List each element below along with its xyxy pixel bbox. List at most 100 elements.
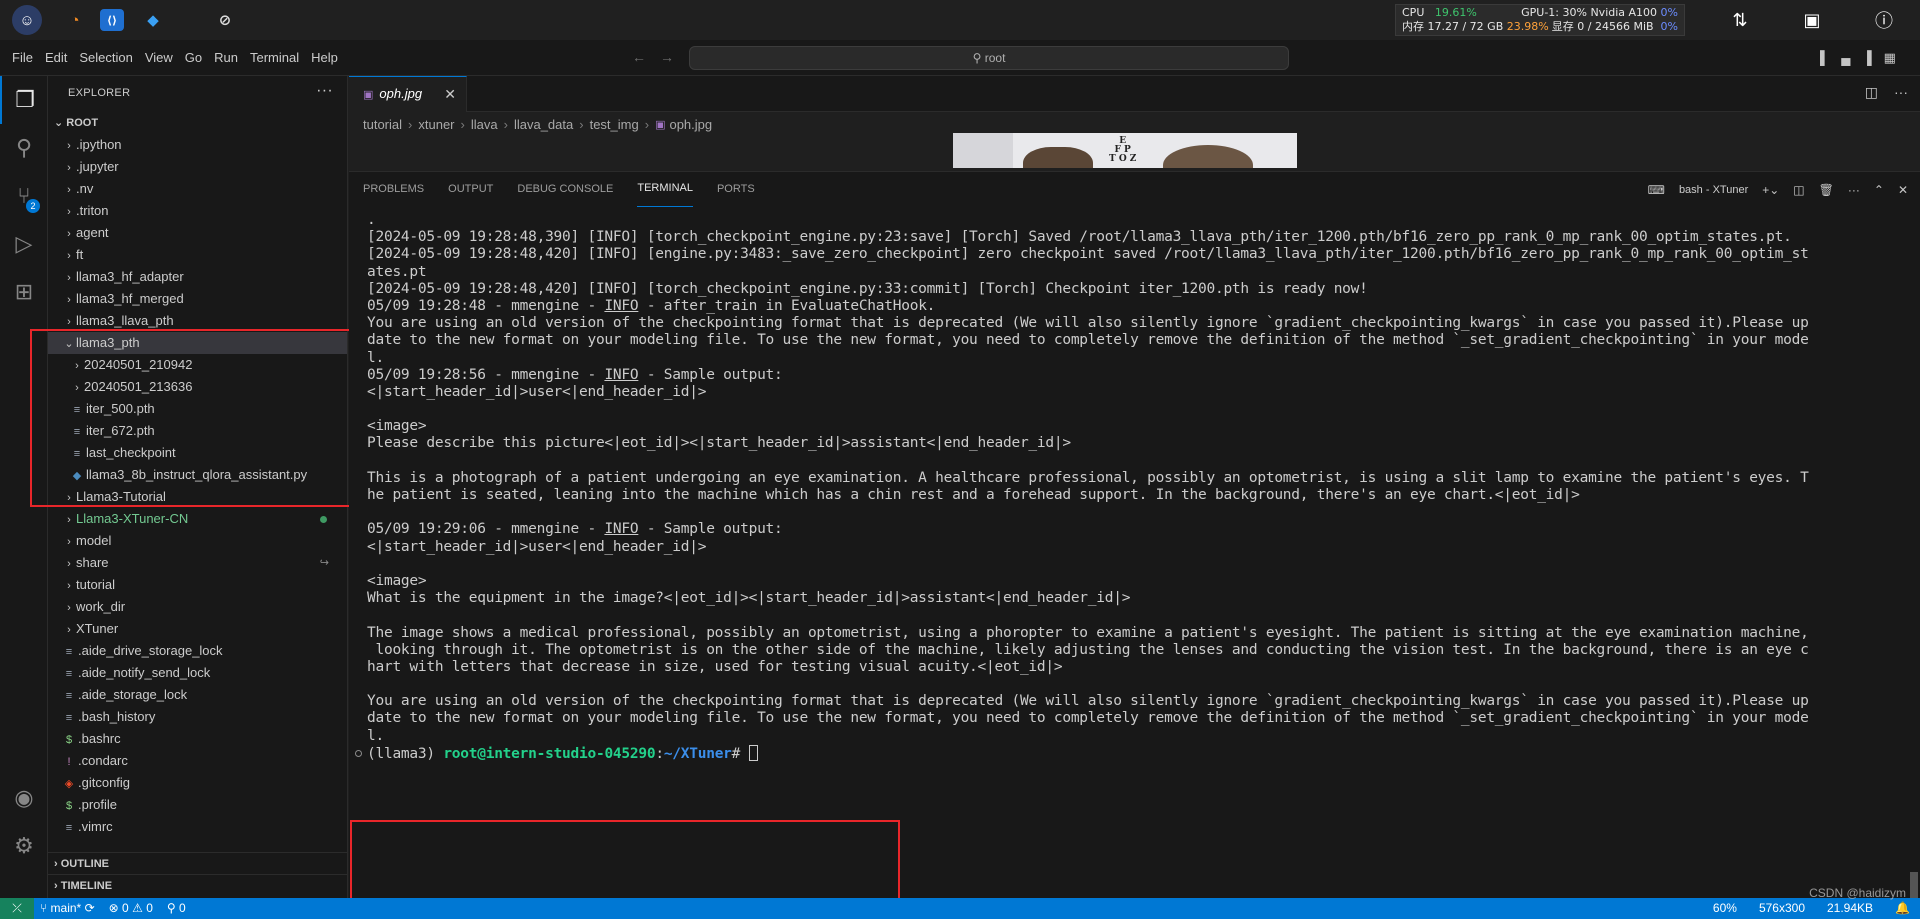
toggle-panel-icon[interactable]: ▄ [1841, 50, 1850, 66]
workspace-root[interactable]: ⌄ ROOT [48, 112, 347, 134]
menu-terminal[interactable]: Terminal [244, 50, 305, 65]
menu-edit[interactable]: Edit [39, 50, 73, 65]
breadcrumb: tutorial › xtuner › llava › llava_data › tes… [363, 114, 712, 136]
tree-item[interactable]: ≡ .aide_storage_lock [48, 684, 347, 706]
tree-item[interactable]: › share ↪ [48, 552, 347, 574]
tree-item[interactable]: $ .profile [48, 794, 347, 816]
trash-icon[interactable]: 🗑 [1819, 183, 1834, 197]
tree-item[interactable]: › .nv [48, 178, 347, 200]
toggle-sidebar-icon[interactable]: ▌ [1820, 50, 1829, 66]
breadcrumb-item[interactable]: llava [471, 114, 498, 136]
tree-item[interactable]: ! .condarc [48, 750, 347, 772]
menu-view[interactable]: View [139, 50, 179, 65]
tree-item[interactable]: › Llama3-XTuner-CN [48, 508, 347, 530]
more-actions-icon[interactable]: ··· [316, 82, 333, 100]
sync-icon[interactable]: ⟳ [85, 901, 95, 915]
tree-item[interactable]: › .ipython [48, 134, 347, 156]
back-arrow-icon[interactable]: ← [632, 49, 646, 65]
tree-item[interactable]: › tutorial [48, 574, 347, 596]
menu-help[interactable]: Help [305, 50, 344, 65]
tree-item[interactable]: ≡ .vimrc [48, 816, 347, 838]
split-editor-icon[interactable]: ◫ [1865, 84, 1878, 101]
tree-item-label: .vimrc [78, 819, 113, 834]
tree-item[interactable]: ◈ .gitconfig [48, 772, 347, 794]
split-terminal-icon[interactable]: ◫ [1793, 183, 1804, 197]
info-icon[interactable]: ⓘ [1872, 8, 1896, 32]
tree-item[interactable]: › agent [48, 222, 347, 244]
command-center-search[interactable]: ⚲ root [689, 46, 1289, 70]
close-icon[interactable]: ✕ [444, 77, 456, 111]
toggle-secondary-sidebar-icon[interactable]: ▐ [1862, 50, 1871, 66]
breadcrumb-item[interactable]: oph.jpg [669, 114, 712, 136]
breadcrumb-item[interactable]: llava_data [514, 114, 573, 136]
git-branch[interactable]: ⑂ main* ⟳ [40, 898, 95, 919]
more-actions-icon[interactable]: ··· [1848, 183, 1860, 197]
gpu-label: GPU-1: 30% Nvidia A100 [1521, 6, 1658, 19]
app-logo-icon[interactable]: ☺ [12, 5, 42, 35]
customize-layout-icon[interactable]: ▦ [1884, 50, 1896, 66]
chevron-right-icon: › [54, 858, 58, 870]
system-monitor: CPU 19.61% GPU-1: 30% Nvidia A100 0% 内存 … [1395, 4, 1685, 36]
tree-item[interactable]: $ .bashrc [48, 728, 347, 750]
tree-item[interactable]: ≡ .aide_drive_storage_lock [48, 640, 347, 662]
tab-debug-console[interactable]: DEBUG CONSOLE [517, 172, 613, 207]
forward-arrow-icon[interactable]: → [660, 49, 674, 65]
menu-run[interactable]: Run [208, 50, 244, 65]
tab-terminal[interactable]: TERMINAL [637, 172, 693, 207]
tree-item[interactable]: › .jupyter [48, 156, 347, 178]
vscode-icon[interactable]: ◆ [138, 5, 168, 35]
tab-oph-jpg[interactable]: ▣ oph.jpg ✕ [349, 76, 467, 112]
tab-output[interactable]: OUTPUT [448, 172, 493, 207]
tab-problems[interactable]: PROBLEMS [363, 172, 424, 207]
tree-item[interactable]: › llama3_hf_adapter [48, 266, 347, 288]
source-control-icon[interactable]: ⑂ 2 [0, 172, 48, 220]
tab-ports[interactable]: PORTS [717, 172, 755, 207]
new-terminal-icon[interactable]: +⌄ [1762, 183, 1779, 197]
tree-item[interactable]: › llama3_hf_merged [48, 288, 347, 310]
settings-gear-icon[interactable]: ⚙ [0, 822, 48, 870]
tree-item[interactable]: › .triton [48, 200, 347, 222]
jupyter-icon[interactable]: ◔ [60, 5, 90, 35]
tree-item[interactable]: ≡ .bash_history [48, 706, 347, 728]
terminal-output[interactable]: . [2024-05-09 19:28:48,390] [INFO] [torch… [355, 212, 1897, 762]
more-actions-icon[interactable]: ··· [1894, 84, 1908, 101]
tree-item[interactable]: › ft [48, 244, 347, 266]
terminal-prompt[interactable]: (llama3) root@intern-studio-045290:~/XTu… [355, 744, 1897, 762]
chevron-down-icon: ⌄ [54, 117, 64, 129]
tree-item[interactable]: › work_dir [48, 596, 347, 618]
terminal-name[interactable]: bash - XTuner [1679, 184, 1748, 196]
cpu-value: 19.61% [1434, 6, 1477, 19]
extensions-icon[interactable]: ⊞ [0, 268, 48, 316]
outline-section[interactable]: › OUTLINE [48, 852, 348, 874]
breadcrumb-item[interactable]: tutorial [363, 114, 402, 136]
run-debug-icon[interactable]: ▷ [0, 220, 48, 268]
menu-file[interactable]: File [6, 50, 39, 65]
zoom-level[interactable]: 60% [1713, 898, 1737, 919]
tree-item[interactable]: › XTuner [48, 618, 347, 640]
code-server-icon[interactable]: ⟨⟩ [100, 9, 124, 31]
close-panel-icon[interactable]: ✕ [1898, 183, 1908, 197]
search-icon[interactable]: ⚲ [0, 124, 48, 172]
bell-icon[interactable]: 🔔 [1895, 898, 1910, 919]
maximize-panel-icon[interactable]: ⌃ [1874, 183, 1884, 197]
chevron-right-icon: › [67, 272, 71, 284]
menu-go[interactable]: Go [179, 50, 208, 65]
network-icon[interactable]: ⇅ [1728, 8, 1752, 32]
account-icon[interactable]: ◉ [0, 774, 48, 822]
tree-item[interactable]: › model [48, 530, 347, 552]
ports-indicator[interactable]: ⚲ 0 [167, 898, 186, 919]
terminal-scrollbar[interactable] [1910, 872, 1918, 898]
compass-icon[interactable]: ⊘ [210, 5, 240, 35]
remote-indicator-icon[interactable]: ⤫ [0, 898, 34, 919]
menu-selection[interactable]: Selection [73, 50, 138, 65]
terminal-cursor [748, 744, 758, 761]
breadcrumb-item[interactable]: xtuner [418, 114, 454, 136]
problems-indicator[interactable]: ⊗ 0 ⚠ 0 [109, 898, 153, 919]
screenshot-icon[interactable]: ▣ [1800, 8, 1824, 32]
timeline-section[interactable]: › TIMELINE [48, 874, 348, 896]
breadcrumb-item[interactable]: test_img [590, 114, 639, 136]
explorer-icon[interactable]: ❐ [0, 76, 48, 124]
tree-item[interactable]: ≡ .aide_notify_send_lock [48, 662, 347, 684]
tree-item-label: .bashrc [78, 731, 121, 746]
watermark: CSDN @haidizym [1809, 886, 1906, 900]
